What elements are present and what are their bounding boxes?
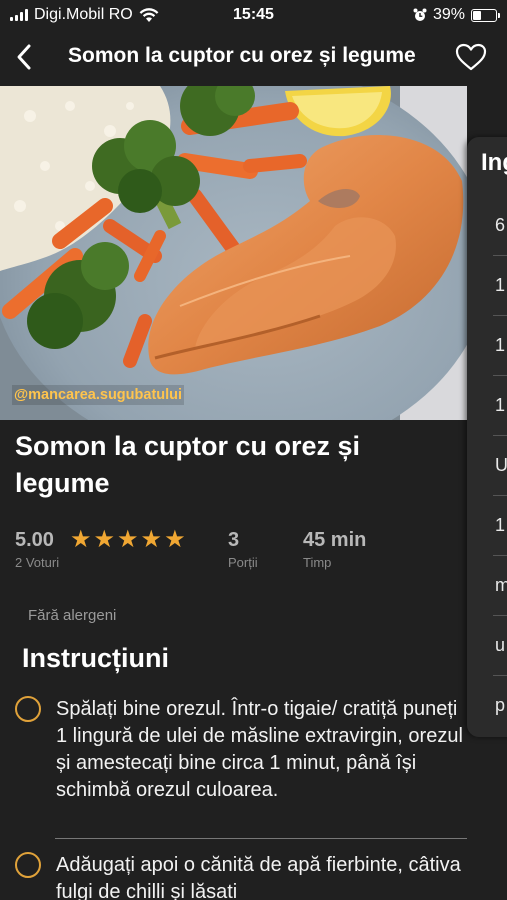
divider: [493, 615, 507, 616]
nav-title: Somon la cuptor cu orez și legume: [68, 44, 416, 67]
star-icon: ★: [70, 526, 92, 553]
battery-icon: [471, 8, 500, 22]
ingredients-panel[interactable]: Ing 6 1 1 1 U 1 m u p: [467, 137, 507, 737]
divider: [493, 435, 507, 436]
recipe-title: Somon la cuptor cu orez și legume: [15, 431, 361, 498]
divider: [493, 675, 507, 676]
alarm-icon: [413, 8, 427, 21]
photo-watermark: @mancarea.sugubatului: [12, 385, 185, 405]
star-icon: ★: [140, 526, 163, 553]
back-button[interactable]: [8, 40, 40, 74]
ingredient-row: U: [495, 455, 507, 475]
allergens-info: Fără alergeni: [28, 607, 117, 624]
votes-count: 2 Voturi: [15, 555, 60, 570]
step-text: Adăugați apoi o cănită de apă fierbinte,…: [56, 854, 461, 900]
salmon-dish-illustration: [0, 86, 467, 420]
instructions-heading: Instrucțiuni: [22, 643, 169, 673]
servings-label: Porții: [228, 555, 258, 570]
ingredient-row: m: [495, 575, 507, 595]
favorite-button[interactable]: [453, 41, 489, 73]
ingredient-row: 1: [495, 335, 506, 355]
ingredients-panel-title: Ing: [481, 149, 507, 176]
step-checkbox[interactable]: [15, 852, 41, 878]
ingredient-row: 1: [495, 395, 506, 415]
step-checkbox[interactable]: [15, 696, 41, 722]
time-value: 45 min: [303, 529, 367, 551]
ingredient-row: p: [495, 695, 506, 715]
ingredient-row: 1: [495, 275, 506, 295]
star-icon: ★: [93, 526, 116, 553]
star-icon: ★: [164, 526, 186, 553]
divider: [493, 315, 507, 316]
divider: [493, 495, 507, 496]
star-icon: ★: [117, 526, 139, 553]
step-divider: [55, 838, 467, 839]
rating-stars[interactable]: ★ ★ ★ ★ ★: [70, 528, 186, 552]
chevron-left-icon: [17, 44, 31, 70]
divider: [493, 555, 507, 556]
navigation-bar: Somon la cuptor cu orez și legume: [0, 32, 507, 82]
rating-value: 5.00: [15, 529, 54, 551]
ingredient-row: u: [495, 635, 506, 655]
ingredient-row: 1: [495, 515, 506, 535]
recipe-photo: @mancarea.sugubatului: [0, 86, 467, 420]
battery-percent: 39%: [432, 6, 465, 23]
step-text: Spălați bine orezul. Într-o tigaie/ crat…: [56, 698, 463, 801]
status-bar: Digi.Mobil RO 15:45 39%: [0, 0, 507, 30]
servings-value: 3: [228, 529, 240, 551]
time-label: Timp: [303, 555, 332, 570]
heart-outline-icon: [455, 43, 487, 71]
divider: [493, 255, 507, 256]
ingredient-row: 6: [495, 215, 506, 235]
divider: [493, 375, 507, 376]
